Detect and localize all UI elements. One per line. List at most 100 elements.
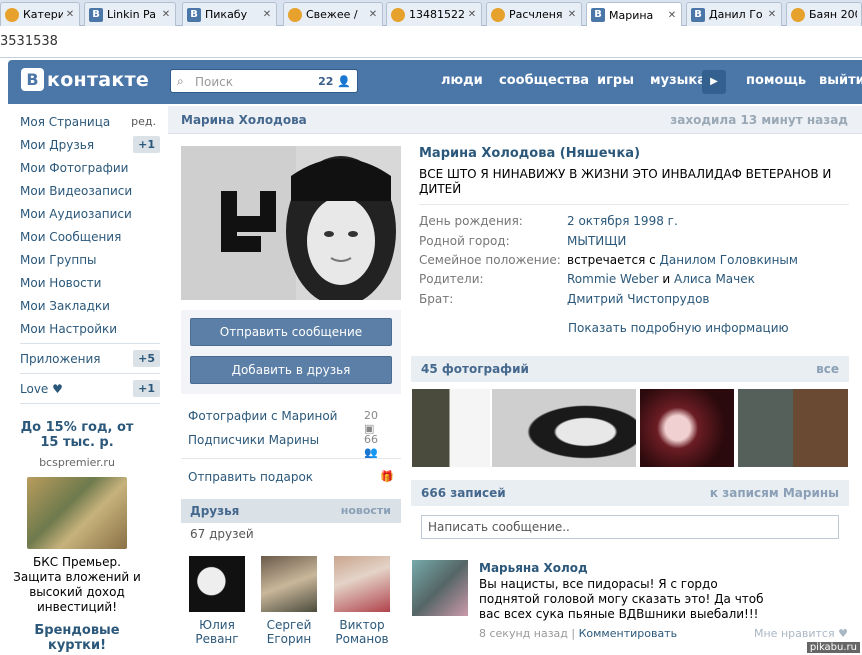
browser-tab[interactable]: Катерина✕	[0, 2, 80, 26]
play-icon[interactable]: ▶	[702, 70, 726, 94]
menu-friends[interactable]: Мои Друзья +1	[10, 133, 160, 156]
browser-tab[interactable]: Свежее / ✕	[283, 2, 383, 26]
vk-favicon-icon: В	[591, 8, 605, 22]
browser-tab[interactable]: В Linkin Pa ✕	[84, 2, 176, 26]
close-icon[interactable]: ✕	[467, 9, 477, 20]
nav-music[interactable]: музыка	[650, 73, 706, 88]
pikabu-favicon-icon	[791, 7, 805, 22]
close-icon[interactable]: ✕	[368, 9, 378, 20]
comment-link[interactable]: Комментировать	[579, 627, 677, 640]
edit-link[interactable]: ред.	[131, 115, 156, 128]
profile-actions: Отправить сообщение Добавить в друзья	[181, 310, 401, 394]
menu-groups[interactable]: Мои Группы	[10, 248, 160, 271]
wall-owner-link[interactable]: к записям Марины	[710, 486, 839, 500]
menu-photos[interactable]: Мои Фотографии	[10, 156, 160, 179]
browser-tab[interactable]: Расчленя ✕	[486, 2, 582, 26]
wall-header[interactable]: 666 записей к записям Марины	[411, 480, 849, 506]
friend-card[interactable]: Сергей Егорин	[260, 556, 318, 646]
tab-favicon-icon	[5, 7, 19, 22]
profile-info: Марина Холодова (Няшечка) ВСЕ ШТО Я НИНА…	[419, 146, 849, 197]
pikabu-favicon-icon	[391, 7, 405, 22]
apps-badge[interactable]: +5	[133, 350, 160, 367]
divider	[181, 458, 401, 459]
photos-with-link[interactable]: Фотографии с Мариной 20 ▣	[188, 409, 378, 435]
vk-favicon-icon: В	[691, 7, 705, 22]
subscribers-link[interactable]: Подписчики Марины 66 👥	[188, 433, 378, 459]
photo-thumb[interactable]	[640, 389, 734, 467]
profile-status[interactable]: ВСЕ ШТО Я НИНАВИЖУ В ЖИЗНИ ЭТО ИНВАЛИДАФ…	[419, 167, 849, 197]
photos-header[interactable]: 45 фотографий все	[411, 356, 849, 382]
photo-thumb[interactable]	[738, 389, 848, 467]
nav-help[interactable]: помощь	[746, 73, 806, 88]
post-author-avatar[interactable]	[412, 560, 468, 616]
friends-header[interactable]: Друзья новости	[181, 499, 401, 523]
nav-games[interactable]: игры	[597, 73, 634, 88]
ad-title[interactable]: До 15% год, от 15 тыс. р.	[12, 420, 142, 450]
menu-bookmarks[interactable]: Мои Закладки	[10, 294, 160, 317]
menu-news[interactable]: Мои Новости	[10, 271, 160, 294]
address-text[interactable]: 3531538	[0, 34, 58, 49]
friends-news-link[interactable]: новости	[341, 504, 391, 517]
menu-messages[interactable]: Мои Сообщения	[10, 225, 160, 248]
search-icon: ⌕	[177, 74, 184, 88]
close-icon[interactable]: ✕	[667, 10, 677, 21]
friend-card[interactable]: Виктор Романов	[333, 556, 391, 646]
search-input[interactable]: ⌕ Поиск 22 👤	[170, 69, 358, 93]
site-header: Вконтакте ⌕ Поиск 22 👤 люди сообщества и…	[8, 60, 862, 104]
menu-love[interactable]: Love ♥ +1	[10, 377, 160, 400]
left-menu: Моя Страница ред. Мои Друзья +1 Мои Фотогр…	[10, 110, 160, 407]
close-icon[interactable]: ✕	[161, 9, 171, 20]
menu-audio[interactable]: Мои Аудиозаписи	[10, 202, 160, 225]
send-message-button[interactable]: Отправить сообщение	[190, 318, 392, 346]
close-icon[interactable]: ✕	[767, 9, 777, 20]
nav-people[interactable]: люди	[441, 73, 483, 88]
address-bar[interactable]: 3531538	[0, 26, 862, 58]
vk-favicon-icon: В	[187, 7, 201, 22]
photos-title[interactable]: 45 фотографий	[421, 362, 529, 376]
add-friend-button[interactable]: Добавить в друзья	[190, 356, 392, 384]
photo-thumb[interactable]	[412, 389, 490, 467]
ad-title-2[interactable]: Брендовые куртки!	[12, 623, 142, 653]
friends-badge[interactable]: +1	[133, 136, 160, 153]
menu-apps[interactable]: Приложения +5	[10, 347, 160, 370]
friends-count[interactable]: 67 друзей	[190, 527, 254, 541]
ad-image[interactable]	[27, 477, 127, 549]
wall-post-input[interactable]: Написать сообщение..	[421, 515, 839, 539]
friend-avatar	[189, 556, 245, 612]
photo-thumb[interactable]	[492, 389, 636, 467]
menu-settings[interactable]: Мои Настройки	[10, 317, 160, 340]
close-icon[interactable]: ✕	[567, 9, 577, 20]
close-icon[interactable]: ✕	[262, 9, 272, 20]
profile-full-name: Марина Холодова (Няшечка)	[419, 146, 641, 161]
divider	[419, 204, 849, 205]
profile-avatar[interactable]	[181, 146, 401, 300]
photos-all-link[interactable]: все	[816, 362, 839, 376]
pikabu-favicon-icon	[288, 7, 302, 22]
browser-tab[interactable]: В Пикабу ✕	[182, 2, 277, 26]
send-gift-link[interactable]: Отправить подарок 🎁	[188, 470, 394, 484]
ad-domain: bcspremier.ru	[39, 456, 115, 469]
browser-tab[interactable]: В Данил Го ✕	[686, 2, 782, 26]
like-button[interactable]: Мне нравится ♥	[754, 627, 848, 640]
browser-tab[interactable]: 13481522(✕	[386, 2, 482, 26]
last-seen: заходила 13 минут назад	[670, 113, 848, 127]
menu-my-page[interactable]: Моя Страница ред.	[10, 110, 160, 133]
browser-tab[interactable]: Баян 200	[786, 2, 862, 26]
friend-card[interactable]: Юлия Реванг	[188, 556, 246, 646]
post-author[interactable]: Марьяна Холод	[479, 561, 588, 575]
friends-title[interactable]: Друзья	[190, 504, 239, 518]
watermark: pikabu.ru	[806, 642, 860, 653]
post-time[interactable]: 8 секунд назад	[479, 627, 568, 640]
search-count: 22 👤	[318, 75, 351, 88]
pikabu-favicon-icon	[491, 7, 505, 22]
menu-videos[interactable]: Мои Видеозаписи	[10, 179, 160, 202]
nav-logout[interactable]: выйти	[819, 73, 862, 88]
ad-block[interactable]: До 15% год, от 15 тыс. р. bcspremier.ru …	[12, 420, 142, 615]
love-badge[interactable]: +1	[133, 380, 160, 397]
wall-title[interactable]: 666 записей	[421, 486, 506, 500]
close-icon[interactable]: ✕	[65, 9, 75, 20]
browser-tab-active[interactable]: В Марина ✕	[586, 2, 682, 27]
nav-communities[interactable]: сообщества	[499, 73, 589, 88]
show-more-info-link[interactable]: Показать подробную информацию	[568, 321, 789, 335]
vk-logo[interactable]: Вконтакте	[21, 68, 149, 91]
